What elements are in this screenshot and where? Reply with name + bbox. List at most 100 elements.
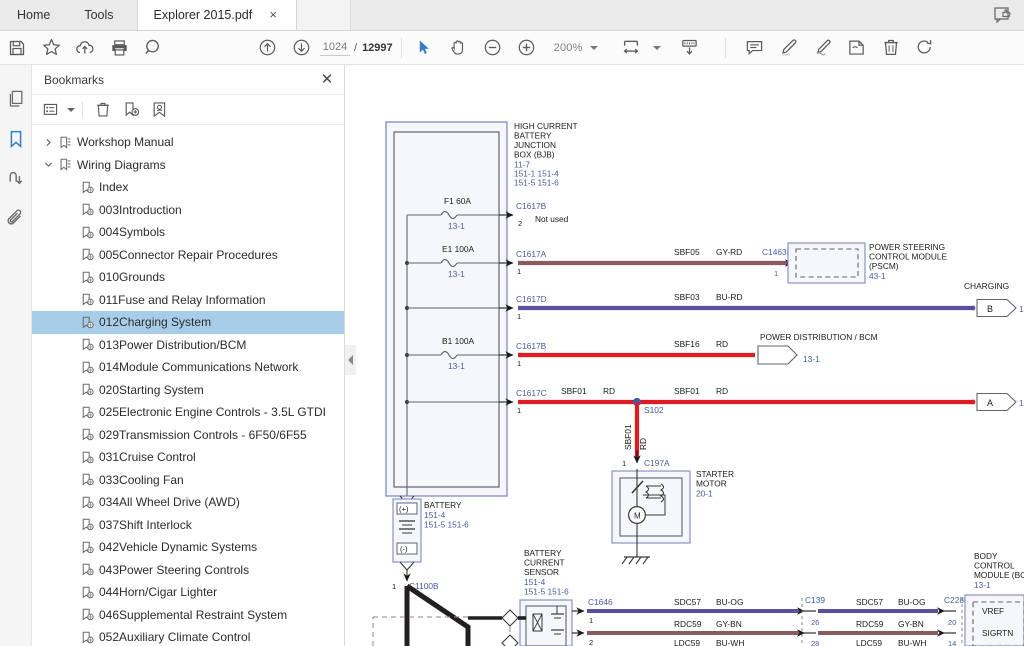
pscm-title-3: (PSCM) [869, 261, 899, 271]
close-icon[interactable]: × [266, 8, 280, 22]
bookmark-item[interactable]: 012Charging System [32, 311, 344, 334]
page-link-a-page: 12 [1019, 398, 1024, 408]
bookmark-item-label: 013Power Distribution/BCM [99, 337, 247, 352]
search-icon[interactable] [136, 31, 170, 65]
bookmarks-panel-title: Bookmarks [44, 72, 105, 87]
feedback-thumbs-up-icon[interactable] [990, 4, 1016, 26]
circuit-ldc59-color: BU-WH [716, 638, 744, 646]
rotate-icon[interactable] [908, 31, 942, 65]
bookmark-item-label: 044Horn/Cigar Lighter [99, 585, 218, 600]
bookmark-item[interactable]: 025Electronic Engine Controls - 3.5L GTD… [32, 401, 344, 424]
bookmark-item[interactable]: Wiring Diagrams [32, 154, 344, 177]
save-icon[interactable] [0, 31, 34, 65]
chevron-down-icon[interactable] [589, 45, 598, 50]
bookmark-item[interactable]: Index [32, 176, 344, 199]
page-number-input[interactable] [320, 39, 350, 56]
bookmark-options-chevron-icon[interactable] [67, 107, 75, 112]
bookmark-page-icon [78, 406, 96, 419]
fit-page-icon[interactable] [614, 31, 648, 65]
bookmark-edit-icon[interactable] [146, 97, 172, 123]
connector-c1617b-mid: C1617B [516, 341, 547, 351]
page-up-icon[interactable] [250, 31, 284, 65]
bookmark-item[interactable]: 005Connector Repair Procedures [32, 244, 344, 267]
comment-icon[interactable] [738, 31, 772, 65]
c1646-pin-2: 2 [589, 638, 593, 646]
bookmarks-list[interactable]: Workshop Manual Wiring Diagrams Index 003In… [32, 127, 344, 646]
sbf01-node [970, 399, 976, 405]
circuit-rdc59-code: RDC59 [674, 619, 702, 629]
bookmark-item[interactable]: Workshop Manual [32, 131, 344, 154]
circuit-ldc59-code-2: LDC59 [856, 638, 882, 646]
page-down-icon[interactable] [284, 31, 318, 65]
c1617c-pin: 1 [517, 406, 521, 415]
bookmark-item-label: 025Electronic Engine Controls - 3.5L GTD… [99, 405, 326, 420]
rail-bookmarks[interactable] [0, 119, 32, 159]
bookmarks-panel-header: Bookmarks ✕ [32, 65, 344, 95]
bookmark-item[interactable]: 037Shift Interlock [32, 514, 344, 537]
rail-thumbnails[interactable] [0, 79, 32, 119]
connector-c197a: C197A [644, 458, 670, 468]
document-tab[interactable]: Explorer 2015.pdf × [136, 0, 297, 30]
cloud-upload-icon[interactable] [68, 31, 102, 65]
c197a-pin: 1 [622, 459, 626, 468]
page-link-b-shape [976, 298, 1017, 318]
zoom-in-icon[interactable] [510, 31, 544, 65]
zoom-out-icon[interactable] [476, 31, 510, 65]
bcm-ref: 13-1 [974, 580, 991, 590]
bookmark-item[interactable]: 043Power Steering Controls [32, 559, 344, 582]
bookmark-page-icon [78, 226, 96, 239]
menu-tab-home[interactable]: Home [0, 0, 67, 30]
fit-options-chevron-icon[interactable] [652, 45, 661, 50]
print-icon[interactable] [102, 31, 136, 65]
circuit-sbf03-color: BU-RD [716, 292, 743, 302]
hand-pan-icon[interactable] [442, 31, 476, 65]
bookmark-folder-icon [56, 158, 74, 171]
fuse-f1-ref: 13-1 [448, 221, 465, 231]
scroll-mode-icon[interactable] [673, 31, 707, 65]
cursor-select-icon[interactable] [408, 31, 442, 65]
star-favorite-icon[interactable] [34, 31, 68, 65]
bookmark-item[interactable]: 013Power Distribution/BCM [32, 334, 344, 357]
highlight-pen-icon[interactable] [772, 31, 806, 65]
bookmark-item[interactable]: 052Auxiliary Climate Control [32, 626, 344, 646]
zoom-level-value[interactable]: 200% [554, 42, 583, 54]
chevron-down-icon[interactable] [40, 160, 56, 169]
bookmark-item[interactable]: 010Grounds [32, 266, 344, 289]
bookmark-item[interactable]: 020Starting System [32, 379, 344, 402]
circuit-sbf16-color: RD [716, 339, 728, 349]
bookmark-item[interactable]: 029Transmission Controls - 6F50/6F55 [32, 424, 344, 447]
bookmark-item[interactable]: 042Vehicle Dynamic Systems [32, 536, 344, 559]
close-icon[interactable]: ✕ [318, 72, 336, 87]
battery-ref-2: 151-5 151-6 [424, 520, 469, 530]
trash-delete-icon[interactable] [874, 31, 908, 65]
page-link-a-shape [976, 392, 1017, 412]
c1463b-pin: 1 [774, 269, 778, 278]
menu-tab-tools[interactable]: Tools [67, 0, 130, 30]
bookmark-item[interactable]: 046Supplemental Restraint System [32, 604, 344, 627]
chevron-right-icon[interactable] [40, 138, 56, 147]
stamp-icon[interactable] [840, 31, 874, 65]
bookmark-options-icon[interactable] [38, 97, 64, 123]
bookmark-item[interactable]: 033Cooling Fan [32, 469, 344, 492]
bookmark-item[interactable]: 004Symbols [32, 221, 344, 244]
sidebar-collapse-handle[interactable] [345, 345, 356, 375]
page-thumbnails-icon [9, 90, 22, 107]
bookmark-delete-icon[interactable] [90, 97, 116, 123]
branch-sbf01-color: RD [638, 438, 648, 450]
pdf-page-viewport[interactable]: HIGH CURRENT BATTERY JUNCTION BOX (BJB) … [356, 65, 1024, 646]
bookmark-item[interactable]: 014Module Communications Network [32, 356, 344, 379]
main-toolbar: / 12997 200% [0, 31, 1024, 65]
connector-c139: C139 [805, 595, 825, 605]
rail-attachments[interactable] [0, 199, 32, 239]
bookmark-item[interactable]: 031Cruise Control [32, 446, 344, 469]
bookmark-item-label: 011Fuse and Relay Information [99, 292, 266, 307]
bookmark-item[interactable]: 044Horn/Cigar Lighter [32, 581, 344, 604]
bookmark-new-icon[interactable] [118, 97, 144, 123]
freehand-draw-icon[interactable] [806, 31, 840, 65]
connector-c1617a: C1617A [516, 249, 547, 259]
bookmark-item[interactable]: 011Fuse and Relay Information [32, 289, 344, 312]
bookmark-item[interactable]: 034All Wheel Drive (AWD) [32, 491, 344, 514]
bcs-ref-1: 151-4 [524, 577, 546, 587]
rail-signature[interactable] [0, 159, 32, 199]
bookmark-item[interactable]: 003Introduction [32, 199, 344, 222]
